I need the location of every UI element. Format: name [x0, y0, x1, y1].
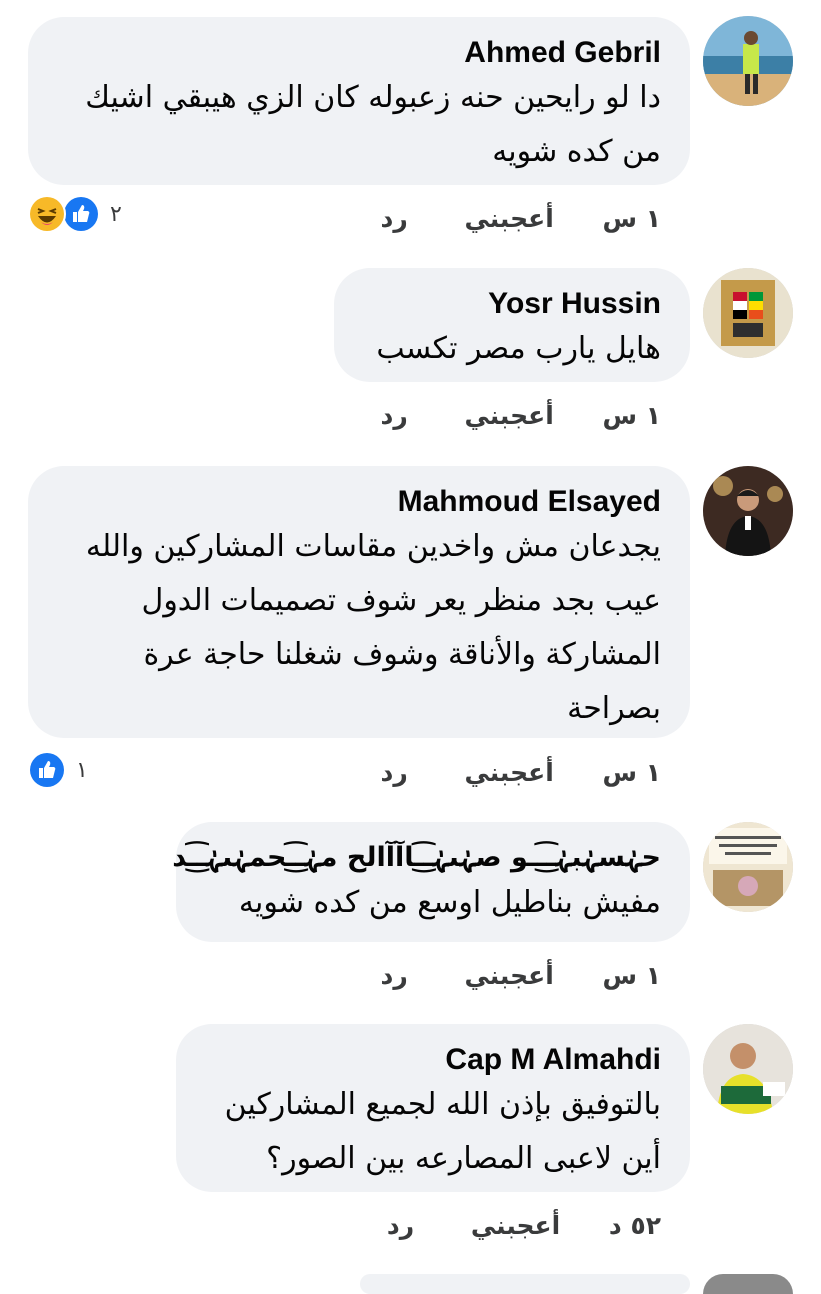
comment-author[interactable]: Yosr Hussin [363, 286, 661, 322]
reply-button[interactable]: رد [380, 204, 407, 233]
reaction-count: ١ [76, 757, 88, 783]
comment-line: يجدعان مش واخدين مقاسات المشاركين والله [85, 529, 661, 564]
comment-actions: ٥٢ د أعجبني رد [387, 1211, 661, 1240]
comment-bubble: Ahmed Gebril دا لو رايحين حنه زعبوله كان… [28, 17, 690, 185]
comment-actions: ١ س أعجبني رد [380, 758, 661, 787]
reply-button[interactable]: رد [380, 401, 407, 430]
like-button[interactable]: أعجبني [471, 1211, 560, 1240]
like-button[interactable]: أعجبني [464, 961, 553, 990]
reaction-summary[interactable]: ١ [28, 751, 88, 789]
avatar-photo-beach [703, 16, 793, 106]
comment-bubble: Yosr Hussin هايل يارب مصر تكسب [334, 268, 690, 382]
comment-actions: ١ س أعجبني رد [380, 401, 661, 430]
haha-icon [28, 195, 66, 233]
comment-text: دا لو رايحين حنه زعبوله كان الزي هيبقي ا… [57, 71, 661, 179]
avatar[interactable] [703, 466, 793, 556]
avatar[interactable] [703, 268, 793, 358]
next-comment-bubble-edge [360, 1274, 690, 1294]
avatar-photo-flags [703, 268, 793, 358]
comment-timestamp[interactable]: ٥٢ د [609, 1211, 661, 1240]
comment-line: عيب بجد منظر يعر شوف تصميمات الدول [141, 583, 661, 618]
like-icon [62, 195, 100, 233]
comment-actions: ١ س أعجبني رد [380, 204, 661, 233]
avatar-photo-person [703, 1024, 793, 1114]
comment-author[interactable]: Mahmoud Elsayed [57, 484, 661, 520]
avatar[interactable] [703, 822, 793, 912]
comment-actions: ١ س أعجبني رد [380, 961, 661, 990]
comment-timestamp[interactable]: ١ س [603, 758, 661, 787]
comment-text: يجدعان مش واخدين مقاسات المشاركين والله … [57, 520, 661, 736]
comment-line: هايل يارب مصر تكسب [376, 331, 661, 366]
comment-line: أين لاعبى المصارعه بين الصور؟ [266, 1141, 661, 1176]
comment-line: بالتوفيق بإذن الله لجميع المشاركين [224, 1087, 661, 1122]
comment-timestamp[interactable]: ١ س [603, 961, 661, 990]
comment-text: بالتوفيق بإذن الله لجميع المشاركين أين ل… [205, 1078, 661, 1186]
comment-line: مفيش بناطيل اوسع من كده شويه [238, 885, 661, 920]
comment-text: هايل يارب مصر تكسب [363, 322, 661, 376]
next-comment-avatar-edge [703, 1274, 793, 1294]
avatar-photo-portrait [703, 466, 793, 556]
reply-button[interactable]: رد [380, 961, 407, 990]
comment-author[interactable]: حہٰسہٰبہٰـ͜͡ــو صہٰىہٰـ͜͡ـاآآالح مہٰـ͜͡ـ… [172, 840, 661, 876]
avatar[interactable] [703, 1024, 793, 1114]
reply-button[interactable]: رد [380, 758, 407, 787]
comment-timestamp[interactable]: ١ س [603, 401, 661, 430]
like-button[interactable]: أعجبني [464, 401, 553, 430]
comment-author[interactable]: Cap M Almahdi [205, 1042, 661, 1078]
like-icon [28, 751, 66, 789]
comment-line: بصراحة [567, 691, 661, 726]
comment-bubble: Cap M Almahdi بالتوفيق بإذن الله لجميع ا… [176, 1024, 690, 1192]
comment-line: من كده شويه [492, 134, 661, 169]
avatar[interactable] [703, 16, 793, 106]
like-button[interactable]: أعجبني [464, 204, 553, 233]
comment-timestamp[interactable]: ١ س [603, 204, 661, 233]
reply-button[interactable]: رد [387, 1211, 414, 1240]
reaction-summary[interactable]: ٢ [28, 195, 122, 233]
comment-author[interactable]: Ahmed Gebril [57, 35, 661, 71]
comment-text: مفيش بناطيل اوسع من كده شويه [205, 876, 661, 930]
comment-bubble: حہٰسہٰبہٰـ͜͡ــو صہٰىہٰـ͜͡ـاآآالح مہٰـ͜͡ـ… [172, 822, 690, 942]
comment-line: المشاركة والأناقة وشوف شغلنا حاجة عرة [143, 637, 661, 672]
avatar-photo-quote-card [703, 822, 793, 912]
comment-bubble: Mahmoud Elsayed يجدعان مش واخدين مقاسات … [28, 466, 690, 738]
comment-line: دا لو رايحين حنه زعبوله كان الزي هيبقي ا… [85, 80, 661, 115]
like-button[interactable]: أعجبني [464, 758, 553, 787]
reaction-count: ٢ [110, 201, 122, 227]
